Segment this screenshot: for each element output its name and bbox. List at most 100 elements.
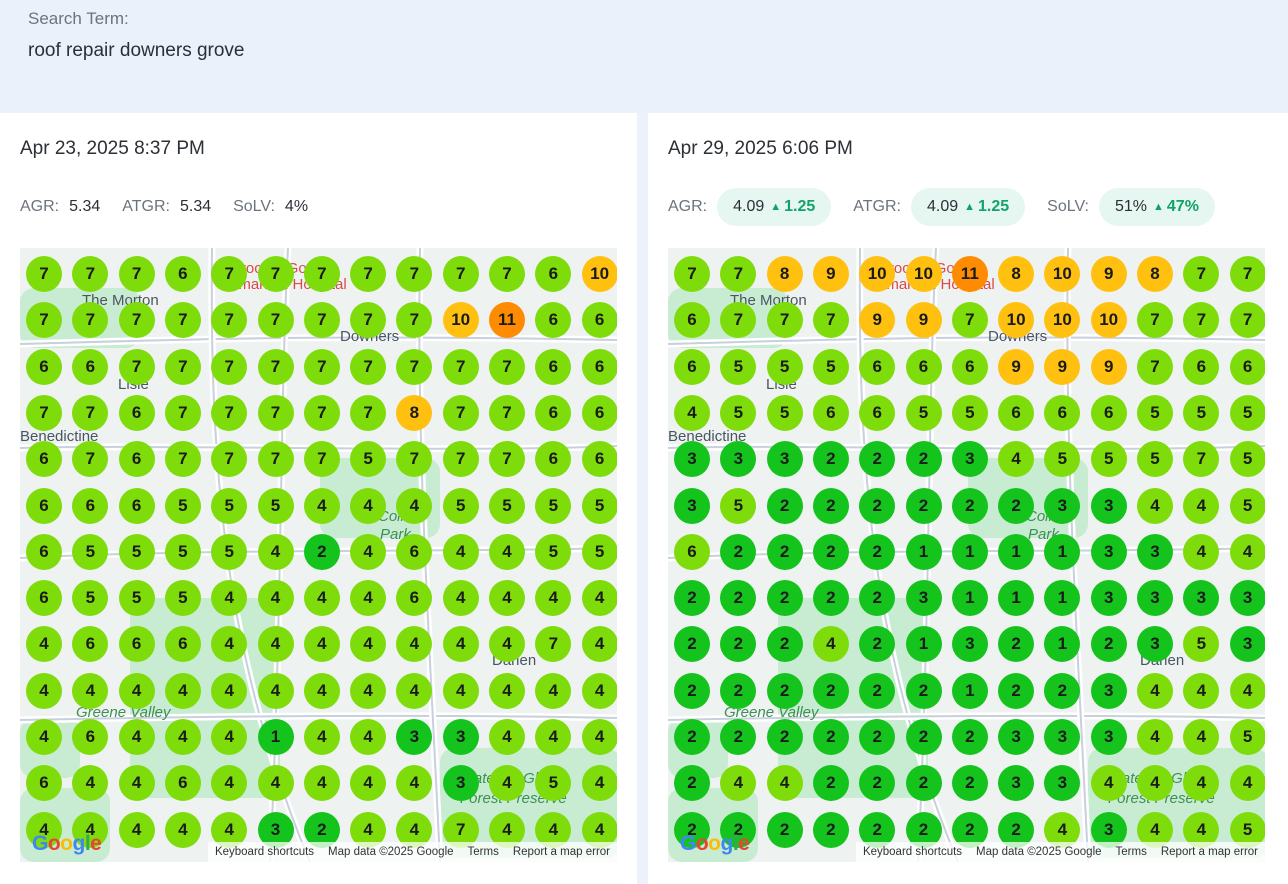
rank-marker[interactable]: 7 — [489, 441, 525, 478]
rank-marker[interactable]: 7 — [350, 394, 387, 431]
rank-marker[interactable]: 6 — [859, 394, 896, 431]
rank-marker[interactable]: 4 — [303, 719, 340, 755]
rank-marker[interactable]: 3 — [1137, 533, 1173, 570]
rank-marker[interactable]: 6 — [396, 533, 433, 570]
rank-marker[interactable]: 2 — [951, 719, 988, 755]
rank-marker[interactable]: 4 — [164, 672, 201, 709]
rank-marker[interactable]: 3 — [1090, 719, 1127, 755]
rank-marker[interactable]: 4 — [1229, 533, 1265, 570]
keyboard-shortcuts-link[interactable]: Keyboard shortcuts — [215, 846, 314, 858]
rank-marker[interactable]: 6 — [581, 348, 617, 385]
rank-marker[interactable]: 7 — [257, 441, 294, 478]
rank-marker[interactable]: 7 — [350, 256, 387, 292]
rank-marker[interactable]: 7 — [211, 256, 248, 292]
terms-link[interactable]: Terms — [468, 846, 499, 858]
rank-marker[interactable]: 7 — [164, 441, 201, 478]
rank-marker[interactable]: 2 — [1090, 626, 1127, 663]
rank-marker[interactable]: 6 — [905, 348, 942, 385]
rank-marker[interactable]: 4 — [1137, 672, 1173, 709]
rank-marker[interactable]: 2 — [766, 533, 803, 570]
rank-marker[interactable]: 3 — [674, 441, 710, 478]
rank-marker[interactable]: 6 — [859, 348, 896, 385]
rank-marker[interactable]: 4 — [1137, 719, 1173, 755]
rank-marker[interactable]: 4 — [581, 719, 617, 755]
rank-marker[interactable]: 6 — [998, 394, 1035, 431]
rank-marker[interactable]: 7 — [257, 302, 294, 339]
rank-marker[interactable]: 4 — [1183, 487, 1220, 524]
rank-marker[interactable]: 5 — [581, 487, 617, 524]
rank-marker[interactable]: 2 — [812, 765, 849, 802]
rank-marker[interactable]: 5 — [1229, 487, 1265, 524]
rank-marker[interactable]: 3 — [1229, 580, 1265, 617]
rank-marker[interactable]: 2 — [766, 811, 803, 848]
rank-marker[interactable]: 6 — [72, 348, 109, 385]
rank-marker[interactable]: 8 — [998, 256, 1035, 292]
rank-marker[interactable]: 4 — [442, 626, 479, 663]
rank-marker[interactable]: 6 — [674, 533, 710, 570]
rank-marker[interactable]: 8 — [766, 256, 803, 292]
rank-marker[interactable]: 7 — [951, 302, 988, 339]
rank-marker[interactable]: 3 — [1229, 626, 1265, 663]
rank-marker[interactable]: 7 — [164, 348, 201, 385]
rank-marker[interactable]: 2 — [1044, 672, 1081, 709]
rank-marker[interactable]: 7 — [674, 256, 710, 292]
rank-marker[interactable]: 5 — [1090, 441, 1127, 478]
rank-marker[interactable]: 6 — [535, 394, 572, 431]
rank-marker[interactable]: 5 — [211, 487, 248, 524]
rank-marker[interactable]: 2 — [859, 487, 896, 524]
rank-marker[interactable]: 4 — [257, 626, 294, 663]
rank-marker[interactable]: 3 — [905, 580, 942, 617]
rank-marker[interactable]: 4 — [118, 765, 155, 802]
rank-marker[interactable]: 2 — [674, 580, 710, 617]
rank-marker[interactable]: 4 — [442, 672, 479, 709]
rank-marker[interactable]: 4 — [396, 487, 433, 524]
rank-marker[interactable]: 7 — [118, 256, 155, 292]
rank-marker[interactable]: 6 — [118, 487, 155, 524]
rank-marker[interactable]: 2 — [812, 672, 849, 709]
rank-marker[interactable]: 1 — [905, 626, 942, 663]
rank-marker[interactable]: 2 — [859, 533, 896, 570]
rank-marker[interactable]: 5 — [951, 394, 988, 431]
rank-marker[interactable]: 7 — [26, 256, 62, 292]
rank-marker[interactable]: 10 — [442, 302, 479, 339]
rank-marker[interactable]: 7 — [489, 256, 525, 292]
rank-marker[interactable]: 7 — [211, 348, 248, 385]
rank-marker[interactable]: 9 — [905, 302, 942, 339]
rank-marker[interactable]: 3 — [442, 765, 479, 802]
rank-marker[interactable]: 5 — [1229, 394, 1265, 431]
rank-marker[interactable]: 5 — [1137, 394, 1173, 431]
rank-marker[interactable]: 7 — [442, 441, 479, 478]
rank-marker[interactable]: 7 — [164, 394, 201, 431]
rank-marker[interactable]: 7 — [211, 394, 248, 431]
rank-marker[interactable]: 2 — [998, 487, 1035, 524]
rank-marker[interactable]: 5 — [118, 533, 155, 570]
rank-marker[interactable]: 7 — [303, 302, 340, 339]
rank-marker[interactable]: 4 — [489, 533, 525, 570]
rank-marker[interactable]: 9 — [1090, 348, 1127, 385]
rank-marker[interactable]: 5 — [118, 580, 155, 617]
rank-marker[interactable]: 4 — [1229, 672, 1265, 709]
rank-marker[interactable]: 2 — [905, 765, 942, 802]
rank-marker[interactable]: 4 — [581, 765, 617, 802]
rank-marker[interactable]: 4 — [442, 533, 479, 570]
rank-marker[interactable]: 5 — [442, 487, 479, 524]
rank-marker[interactable]: 4 — [303, 626, 340, 663]
rank-marker[interactable]: 2 — [812, 441, 849, 478]
rank-marker[interactable]: 4 — [303, 487, 340, 524]
rank-marker[interactable]: 1 — [951, 580, 988, 617]
rank-marker[interactable]: 6 — [26, 348, 62, 385]
rank-marker[interactable]: 5 — [720, 487, 757, 524]
rank-marker[interactable]: 2 — [812, 811, 849, 848]
rank-marker[interactable]: 7 — [489, 348, 525, 385]
rank-marker[interactable]: 3 — [1090, 672, 1127, 709]
rank-marker[interactable]: 7 — [303, 256, 340, 292]
rank-marker[interactable]: 7 — [442, 256, 479, 292]
rank-marker[interactable]: 7 — [396, 348, 433, 385]
rank-marker[interactable]: 6 — [26, 441, 62, 478]
rank-marker[interactable]: 4 — [674, 394, 710, 431]
rank-marker[interactable]: 2 — [303, 533, 340, 570]
rank-marker[interactable]: 1 — [998, 533, 1035, 570]
rank-marker[interactable]: 6 — [164, 256, 201, 292]
rank-grid-map[interactable]: The MortonLisleDownersBenedictineMcCollu… — [20, 248, 617, 862]
rank-marker[interactable]: 4 — [396, 672, 433, 709]
